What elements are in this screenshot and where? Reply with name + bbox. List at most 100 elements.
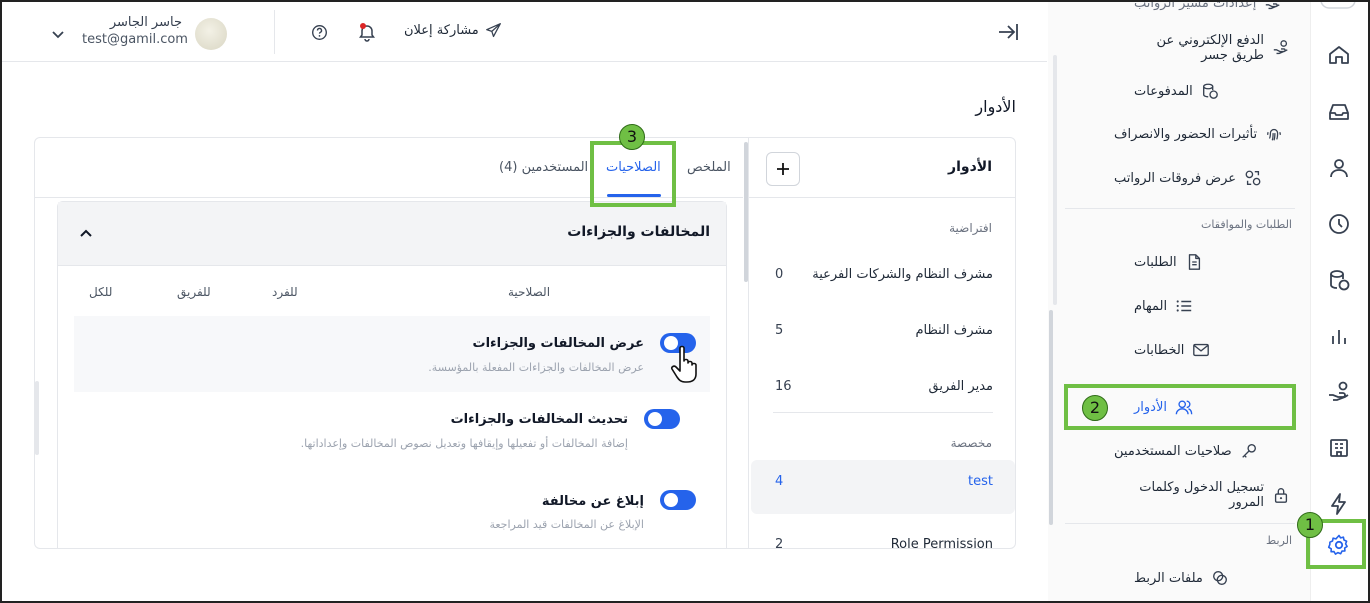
gear-icon[interactable] [1327,533,1351,557]
top-bar: test@gamil.com جاسر الجاسر مشاركة إعلان [2,2,1047,62]
user-email: test@gamil.com [82,32,188,47]
permission-toggle[interactable] [644,409,680,429]
role-row[interactable]: Role Permission 2 [749,522,1015,549]
sidebar-scrollbar[interactable] [1049,310,1053,525]
sidebar-item-label: الدفع الإلكتروني عن طريق جسر [1156,33,1264,63]
violations-section: المخالفات والجزاءات الصلاحية للفرد للفري… [57,201,727,548]
permission-row: تحديث المخالفات والجزاءات إضافة المخالفا… [74,392,710,468]
permission-toggle[interactable] [660,490,696,510]
chevron-down-icon[interactable] [50,26,66,42]
lock-icon [1274,488,1288,503]
clock-icon[interactable] [1327,212,1351,236]
sidebar-item-label: عرض فروقات الرواتب [1114,170,1237,186]
sidebar-item-label: المدفوعات [1134,83,1193,99]
sidebar-section-integration: الربط [1266,534,1292,547]
sidebar-item-tasks[interactable]: المهام [1134,297,1294,315]
hand-coin-icon [1273,40,1288,55]
inbox-icon[interactable] [1327,100,1351,124]
column-team: للفريق [177,285,211,299]
sidebar-item-salary-diff[interactable]: عرض فروقات الرواتب [1114,169,1294,187]
sidebar-item-label: الطلبات [1134,254,1177,270]
role-name: مشرف النظام والشركات الفرعية [812,267,993,282]
sidebar-item-label: تسجيل الدخول وكلمات المرور [1139,480,1264,510]
permission-desc: إضافة المخالفات أو تفعيلها وإيقافها وتعد… [300,437,628,450]
sidebar-item-label: ملفات الربط [1134,570,1203,586]
role-name: Role Permission [890,537,993,549]
divider [1065,208,1295,209]
role-count: 0 [775,267,784,282]
role-name: test [968,474,993,489]
sidebar-item-payments[interactable]: المدفوعات [1134,82,1294,100]
permission-desc: عرض المخالفات والجزاءات المفعلة بالمؤسسة… [428,361,644,374]
logo-icon[interactable] [1320,0,1356,10]
permission-title: تحديث المخالفات والجزاءات [450,412,628,427]
coins-icon[interactable] [1327,268,1351,292]
hand-cursor-icon [671,345,697,383]
section-header[interactable]: المخالفات والجزاءات [58,202,726,266]
sidebar-section-requests: الطلبات والموافقات [1201,218,1292,231]
roles-card: الملخص الصلاحيات المستخدمين (4) المخالفا… [34,137,1016,549]
permission-title: إبلاغ عن مخالفة [541,494,644,509]
mail-icon [1193,343,1210,357]
sidebar-item-login-passwords[interactable]: تسجيل الدخول وكلمات المرور [1124,480,1294,510]
sidebar-item-label: الأدوار [1134,399,1167,415]
list-icon [1176,300,1192,312]
sidebar-item-label: تأثيرات الحضور والانصراف [1114,126,1258,142]
role-count: 2 [775,537,784,549]
share-ad-button[interactable]: مشاركة إعلان [404,22,502,39]
sidebar-item-roles[interactable]: الأدوار [1134,398,1294,416]
role-name: مشرف النظام [915,323,993,338]
step-badge: 2 [1082,395,1108,421]
page-title: الأدوار [975,97,1016,116]
lightning-icon[interactable] [1327,492,1351,516]
tab-permissions[interactable]: الصلاحيات [606,160,661,175]
sidebar-scrollbar-track [1053,55,1057,305]
role-row-selected[interactable]: test 4 [751,460,1015,514]
building-icon[interactable] [1327,436,1351,460]
tab-users[interactable]: المستخدمين (4) [499,160,588,175]
chevron-up-icon[interactable] [78,226,94,242]
divider [773,412,993,413]
sidebar-item-label: المهام [1134,298,1168,314]
bar-chart-icon[interactable] [1327,324,1351,348]
active-tab-indicator [607,194,661,197]
sidebar-item-integration-files[interactable]: ملفات الربط [1134,569,1294,587]
key-icon [1241,444,1256,458]
role-count: 5 [775,323,784,338]
bell-icon[interactable] [358,22,376,42]
sidebar-item-requests[interactable]: الطلبات [1134,253,1294,271]
sidebar-item-letters[interactable]: الخطابات [1134,341,1294,359]
permission-row: عرض المخالفات والجزاءات عرض المخالفات وا… [74,316,710,392]
link-circles-icon [1212,571,1227,585]
user-icon[interactable] [1327,156,1351,180]
collapse-sidebar-icon[interactable] [996,21,1020,43]
sidebar-item-jasr-payment[interactable]: الدفع الإلكتروني عن طريق جسر [1124,33,1294,63]
help-icon[interactable] [311,24,328,41]
role-row[interactable]: مشرف النظام 5 [749,308,1015,356]
roles-panel-title: الأدوار [948,159,992,175]
hand-coin-icon[interactable] [1327,380,1351,404]
role-row[interactable]: مشرف النظام والشركات الفرعية 0 [749,252,1015,300]
sidebar-item-user-permissions[interactable]: صلاحيات المستخدمين [1114,442,1294,460]
home-icon[interactable] [1327,43,1351,67]
plus-icon [777,163,789,175]
section-title: المخالفات والجزاءات [567,224,710,240]
share-ad-label: مشاركة إعلان [404,23,479,38]
add-role-button[interactable] [766,152,800,186]
custom-roles-label: مخصصة [950,436,992,450]
scrollbar[interactable] [35,381,39,455]
sidebar-item-attendance-effects[interactable]: تأثيرات الحضور والانصراف [1114,125,1294,143]
fingerprint-icon [1267,128,1282,141]
sidebar-item-label: الخطابات [1134,342,1185,358]
hand-coin-icon [1266,0,1280,10]
sidebar-item-label: إعدادات مسير الرواتب [1134,0,1257,11]
sidebar-item-payroll-settings[interactable]: إعدادات مسير الرواتب [1134,0,1294,12]
role-row[interactable]: مدير الفريق 16 [749,364,1015,412]
avatar[interactable] [195,18,227,50]
user-name: جاسر الجاسر [109,15,182,30]
step-badge: 3 [619,124,645,150]
default-roles-label: افتراضية [949,221,992,235]
permission-row: إبلاغ عن مخالفة الإبلاغ عن المخالفات قيد… [74,468,710,544]
permission-title: عرض المخالفات والجزاءات [472,336,645,351]
tab-summary[interactable]: الملخص [687,160,731,175]
